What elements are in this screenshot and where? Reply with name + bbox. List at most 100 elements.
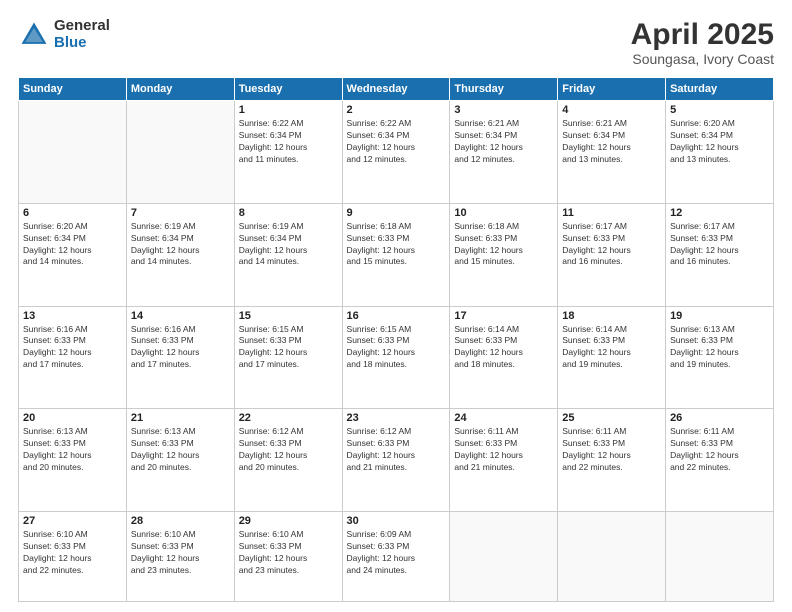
day-info: Sunrise: 6:10 AM Sunset: 6:33 PM Dayligh… [239,529,338,577]
day-cell: 15 Sunrise: 6:15 AM Sunset: 6:33 PM Dayli… [234,306,342,409]
weekday-header-tuesday: Tuesday [234,78,342,101]
day-info: Sunrise: 6:18 AM Sunset: 6:33 PM Dayligh… [454,221,553,269]
day-cell: 10 Sunrise: 6:18 AM Sunset: 6:33 PM Dayli… [450,203,558,306]
day-cell [126,101,234,204]
header: General Blue April 2025 Soungasa, Ivory … [18,18,774,67]
day-info: Sunrise: 6:18 AM Sunset: 6:33 PM Dayligh… [347,221,446,269]
week-row-3: 13Sunrise: 6:16 AM Sunset: 6:33 PM Dayli… [19,306,774,409]
logo: General Blue [18,18,110,51]
day-number: 26 [670,412,769,424]
day-info: Sunrise: 6:14 AM Sunset: 6:33 PM Dayligh… [562,324,661,372]
day-number: 10 [454,207,553,219]
day-info: Sunrise: 6:15 AM Sunset: 6:33 PM Dayligh… [347,324,446,372]
day-cell [558,512,666,602]
day-number: 29 [239,515,338,527]
day-cell: 18 Sunrise: 6:14 AM Sunset: 6:33 PM Dayli… [558,306,666,409]
day-cell: 4Sunrise: 6:21 AM Sunset: 6:34 PM Daylig… [558,101,666,204]
day-number: 13 [23,310,122,322]
week-row-1: 1Sunrise: 6:22 AM Sunset: 6:34 PM Daylig… [19,101,774,204]
day-cell: 8 Sunrise: 6:19 AM Sunset: 6:34 PM Daylig… [234,203,342,306]
day-cell: 9 Sunrise: 6:18 AM Sunset: 6:33 PM Daylig… [342,203,450,306]
day-number: 12 [670,207,769,219]
day-cell: 11 Sunrise: 6:17 AM Sunset: 6:33 PM Dayli… [558,203,666,306]
day-cell: 14Sunrise: 6:16 AM Sunset: 6:33 PM Dayli… [126,306,234,409]
day-number: 20 [23,412,122,424]
title-block: April 2025 Soungasa, Ivory Coast [631,18,774,67]
weekday-header-thursday: Thursday [450,78,558,101]
day-number: 17 [454,310,553,322]
day-cell: 6 Sunrise: 6:20 AM Sunset: 6:34 PM Daylig… [19,203,127,306]
day-cell: 17 Sunrise: 6:14 AM Sunset: 6:33 PM Dayli… [450,306,558,409]
day-cell: 19 Sunrise: 6:13 AM Sunset: 6:33 PM Dayli… [666,306,774,409]
day-number: 6 [23,207,122,219]
day-cell: 27 Sunrise: 6:10 AM Sunset: 6:33 PM Dayli… [19,512,127,602]
day-info: Sunrise: 6:15 AM Sunset: 6:33 PM Dayligh… [239,324,338,372]
day-cell: 3Sunrise: 6:21 AM Sunset: 6:34 PM Daylig… [450,101,558,204]
day-cell: 12 Sunrise: 6:17 AM Sunset: 6:33 PM Dayli… [666,203,774,306]
day-cell: 23 Sunrise: 6:12 AM Sunset: 6:33 PM Dayli… [342,409,450,512]
day-number: 28 [131,515,230,527]
logo-blue: Blue [54,35,110,52]
day-cell: 16 Sunrise: 6:15 AM Sunset: 6:33 PM Dayli… [342,306,450,409]
day-cell: 24 Sunrise: 6:11 AM Sunset: 6:33 PM Dayli… [450,409,558,512]
day-info: Sunrise: 6:13 AM Sunset: 6:33 PM Dayligh… [670,324,769,372]
day-number: 16 [347,310,446,322]
day-number: 21 [131,412,230,424]
day-info: Sunrise: 6:19 AM Sunset: 6:34 PM Dayligh… [131,221,230,269]
day-cell: 26 Sunrise: 6:11 AM Sunset: 6:33 PM Dayli… [666,409,774,512]
day-number: 27 [23,515,122,527]
day-info: Sunrise: 6:13 AM Sunset: 6:33 PM Dayligh… [131,426,230,474]
page: General Blue April 2025 Soungasa, Ivory … [0,0,792,612]
day-cell: 2Sunrise: 6:22 AM Sunset: 6:34 PM Daylig… [342,101,450,204]
day-info: Sunrise: 6:11 AM Sunset: 6:33 PM Dayligh… [670,426,769,474]
week-row-4: 20 Sunrise: 6:13 AM Sunset: 6:33 PM Dayli… [19,409,774,512]
day-info: Sunrise: 6:17 AM Sunset: 6:33 PM Dayligh… [562,221,661,269]
day-number: 15 [239,310,338,322]
day-info: Sunrise: 6:19 AM Sunset: 6:34 PM Dayligh… [239,221,338,269]
subtitle: Soungasa, Ivory Coast [631,51,774,67]
day-cell: 21 Sunrise: 6:13 AM Sunset: 6:33 PM Dayli… [126,409,234,512]
day-number: 8 [239,207,338,219]
day-cell: 29 Sunrise: 6:10 AM Sunset: 6:33 PM Dayli… [234,512,342,602]
day-cell [450,512,558,602]
day-info: Sunrise: 6:12 AM Sunset: 6:33 PM Dayligh… [239,426,338,474]
day-number: 2 [347,104,446,116]
day-number: 5 [670,104,769,116]
day-info: Sunrise: 6:10 AM Sunset: 6:33 PM Dayligh… [23,529,122,577]
day-number: 9 [347,207,446,219]
day-info: Sunrise: 6:22 AM Sunset: 6:34 PM Dayligh… [239,118,338,166]
day-number: 4 [562,104,661,116]
day-number: 3 [454,104,553,116]
day-info: Sunrise: 6:13 AM Sunset: 6:33 PM Dayligh… [23,426,122,474]
day-number: 19 [670,310,769,322]
week-row-2: 6 Sunrise: 6:20 AM Sunset: 6:34 PM Daylig… [19,203,774,306]
day-number: 18 [562,310,661,322]
weekday-header-saturday: Saturday [666,78,774,101]
day-cell: 28 Sunrise: 6:10 AM Sunset: 6:33 PM Dayli… [126,512,234,602]
day-info: Sunrise: 6:17 AM Sunset: 6:33 PM Dayligh… [670,221,769,269]
day-cell: 5Sunrise: 6:20 AM Sunset: 6:34 PM Daylig… [666,101,774,204]
day-number: 7 [131,207,230,219]
day-number: 22 [239,412,338,424]
day-number: 24 [454,412,553,424]
day-info: Sunrise: 6:09 AM Sunset: 6:33 PM Dayligh… [347,529,446,577]
calendar-table: SundayMondayTuesdayWednesdayThursdayFrid… [18,77,774,602]
weekday-header-friday: Friday [558,78,666,101]
day-cell: 20 Sunrise: 6:13 AM Sunset: 6:33 PM Dayli… [19,409,127,512]
day-cell: 22 Sunrise: 6:12 AM Sunset: 6:33 PM Dayli… [234,409,342,512]
day-info: Sunrise: 6:11 AM Sunset: 6:33 PM Dayligh… [562,426,661,474]
day-info: Sunrise: 6:10 AM Sunset: 6:33 PM Dayligh… [131,529,230,577]
day-cell: 30 Sunrise: 6:09 AM Sunset: 6:33 PM Dayli… [342,512,450,602]
weekday-header-row: SundayMondayTuesdayWednesdayThursdayFrid… [19,78,774,101]
day-info: Sunrise: 6:11 AM Sunset: 6:33 PM Dayligh… [454,426,553,474]
weekday-header-wednesday: Wednesday [342,78,450,101]
day-cell: 25 Sunrise: 6:11 AM Sunset: 6:33 PM Dayli… [558,409,666,512]
day-info: Sunrise: 6:14 AM Sunset: 6:33 PM Dayligh… [454,324,553,372]
day-number: 25 [562,412,661,424]
day-number: 30 [347,515,446,527]
day-info: Sunrise: 6:20 AM Sunset: 6:34 PM Dayligh… [23,221,122,269]
day-info: Sunrise: 6:12 AM Sunset: 6:33 PM Dayligh… [347,426,446,474]
day-number: 23 [347,412,446,424]
day-cell [19,101,127,204]
day-number: 11 [562,207,661,219]
